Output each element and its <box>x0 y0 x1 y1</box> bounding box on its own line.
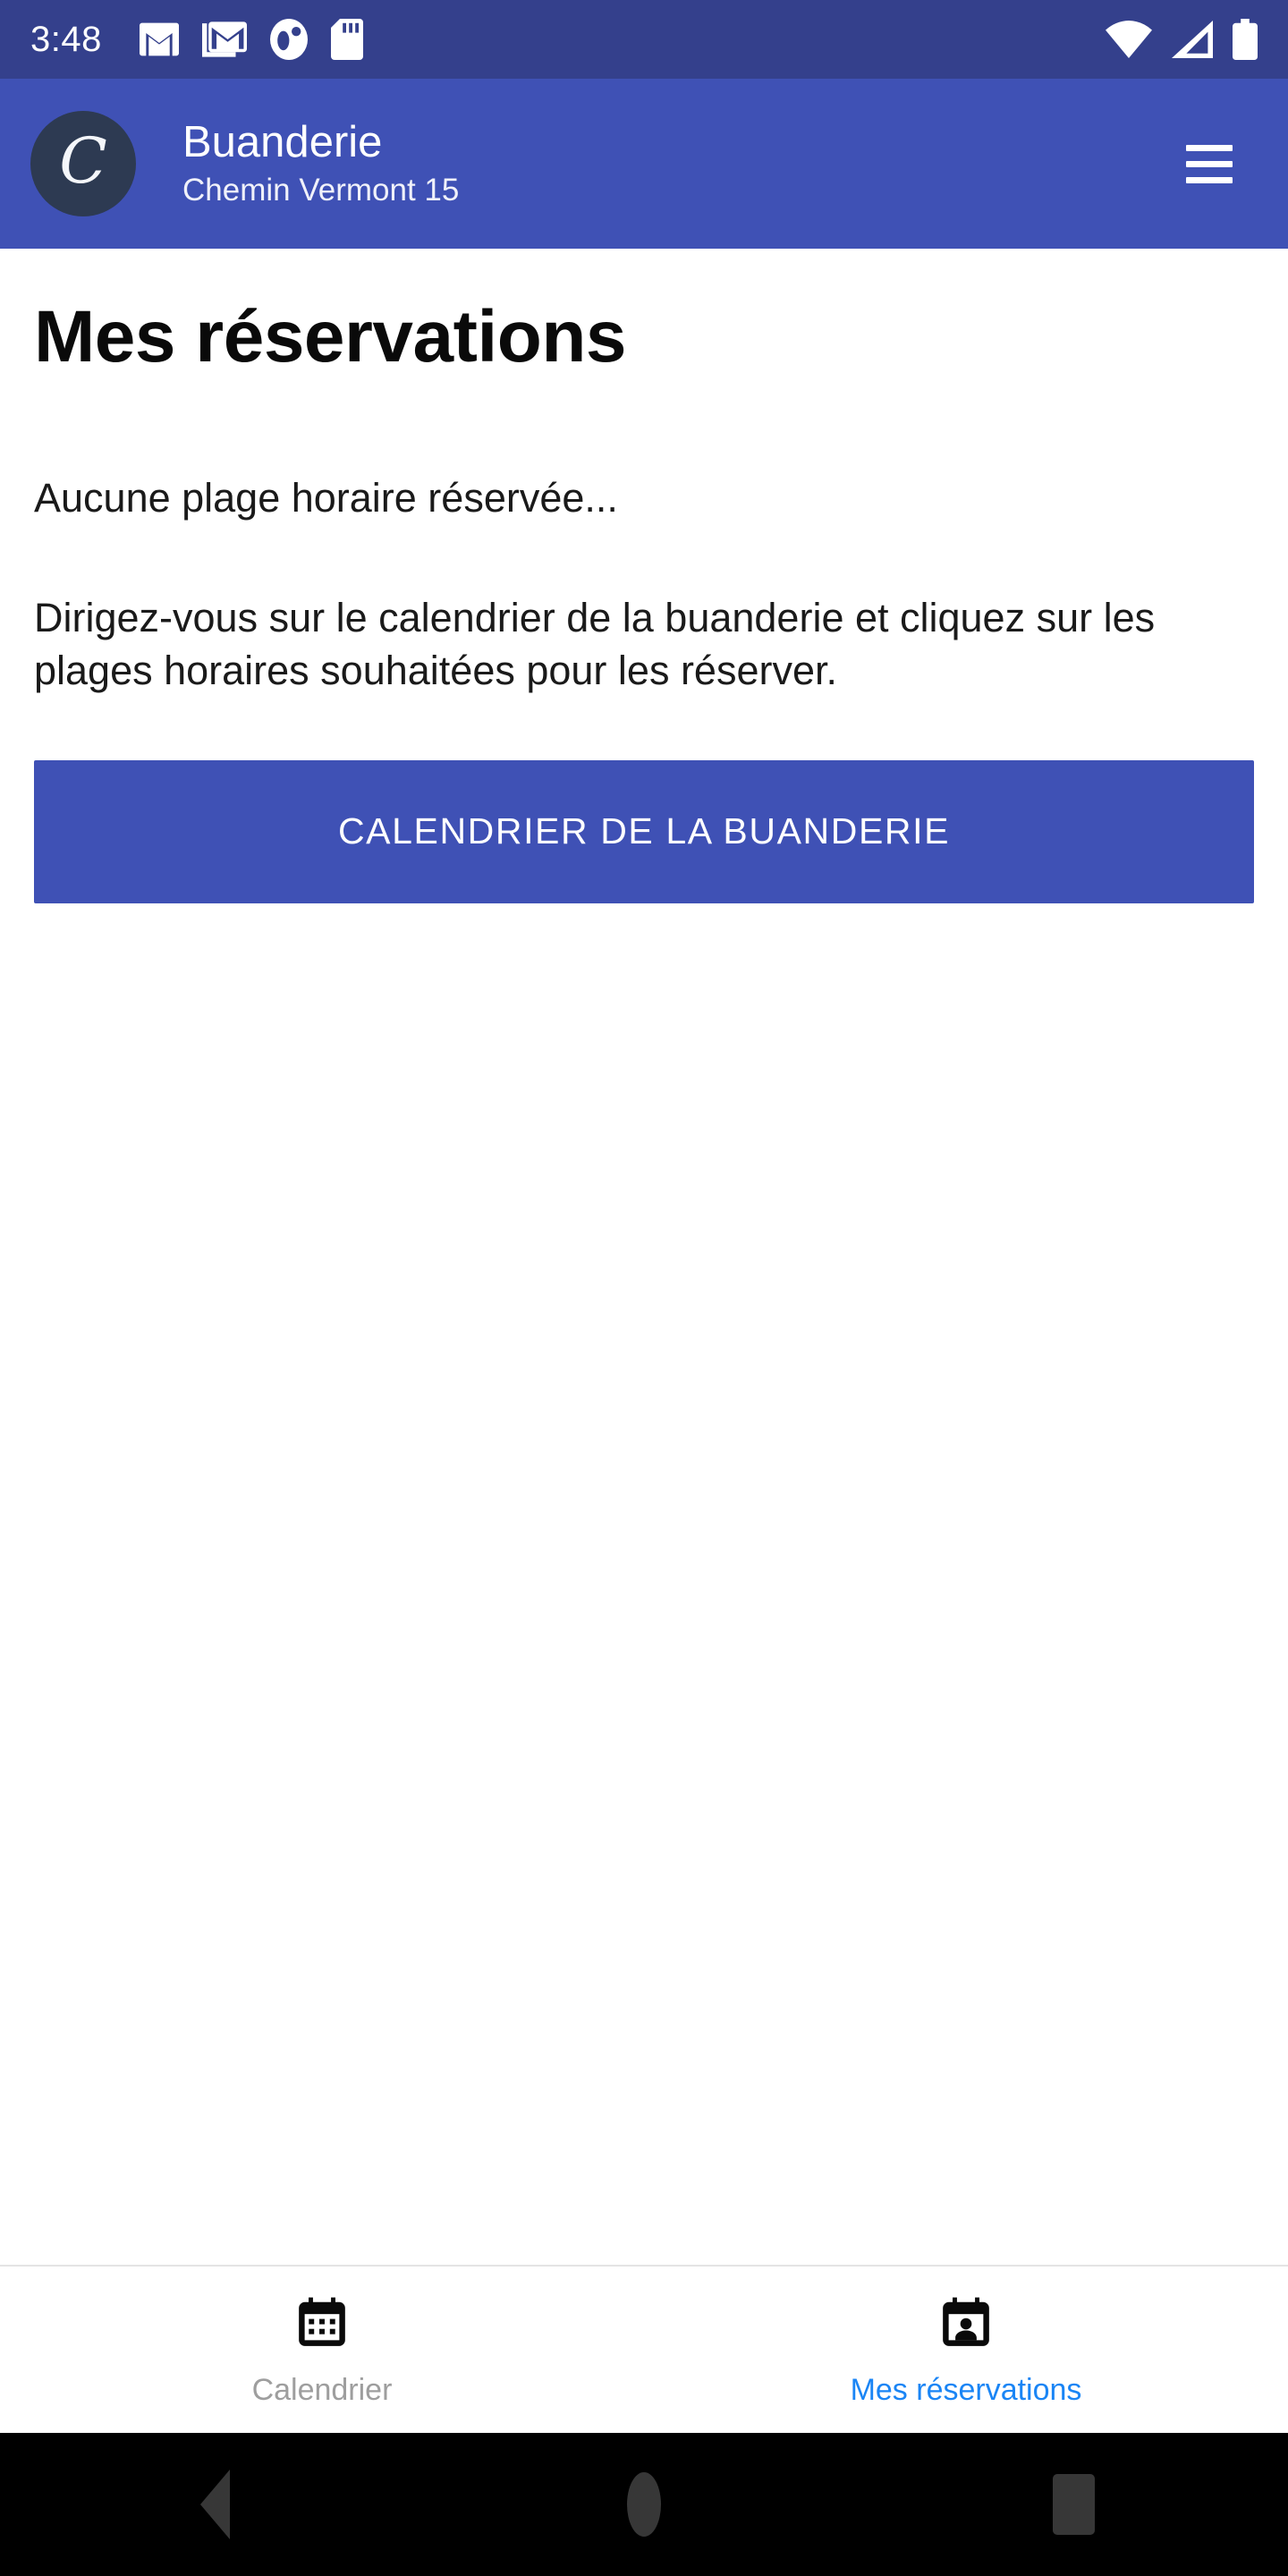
menu-line-top <box>1186 144 1233 151</box>
wifi-icon <box>1106 21 1152 58</box>
app-bar-title: Buanderie <box>182 118 383 167</box>
gmail-stack-icon <box>201 21 247 58</box>
page-title: Mes réservations <box>34 296 627 377</box>
back-button[interactable] <box>125 2433 304 2576</box>
home-icon <box>627 2472 661 2537</box>
app-bar-subtitle: Chemin Vermont 15 <box>182 173 460 208</box>
nav-item-mes-reservations[interactable]: Mes réservations <box>644 2267 1288 2433</box>
main-content: Mes réservations Aucune plage horaire ré… <box>0 249 1288 2265</box>
menu-line-bottom <box>1186 176 1233 183</box>
app-bar-titles: Buanderie Chemin Vermont 15 <box>182 119 1165 208</box>
recents-button[interactable] <box>984 2433 1163 2576</box>
empty-state-message: Aucune plage horaire réservée... <box>34 475 618 521</box>
nav-label-calendrier: Calendrier <box>251 2372 393 2407</box>
nav-item-calendrier[interactable]: Calendrier <box>0 2267 644 2433</box>
bottom-navigation: Calendrier Mes réservations <box>0 2265 1288 2433</box>
cellular-signal-icon <box>1172 21 1213 58</box>
gmail-icon <box>139 22 179 56</box>
status-bar: 3:48 <box>0 0 1288 79</box>
android-system-nav <box>0 2433 1288 2576</box>
avatar[interactable]: C <box>30 111 136 216</box>
battery-full-icon <box>1233 19 1258 60</box>
calendar-button[interactable]: CALENDRIER DE LA BUANDERIE <box>34 759 1254 903</box>
app-bar: C Buanderie Chemin Vermont 15 <box>0 79 1288 249</box>
nav-label-mes-reservations: Mes réservations <box>850 2372 1082 2407</box>
sd-card-icon <box>330 19 363 60</box>
status-bar-system-icons <box>1106 19 1258 60</box>
app-root: 3:48 C Buanderie Chemin Vermont 15 Mes r… <box>0 0 1288 2576</box>
instruction-text: Dirigez-vous sur le calendrier de la bua… <box>34 595 1156 694</box>
back-icon <box>199 2470 230 2539</box>
calendar-person-icon <box>938 2295 994 2355</box>
status-bar-notification-icons <box>139 19 1106 60</box>
calendar-icon <box>294 2295 350 2355</box>
menu-line-middle <box>1186 160 1233 167</box>
status-bar-clock: 3:48 <box>30 20 102 59</box>
circle-dot-icon <box>269 19 308 60</box>
home-button[interactable] <box>555 2433 733 2576</box>
hamburger-menu-icon[interactable] <box>1165 119 1254 208</box>
recents-icon <box>1052 2474 1095 2535</box>
avatar-logo-letter: C <box>59 124 107 198</box>
